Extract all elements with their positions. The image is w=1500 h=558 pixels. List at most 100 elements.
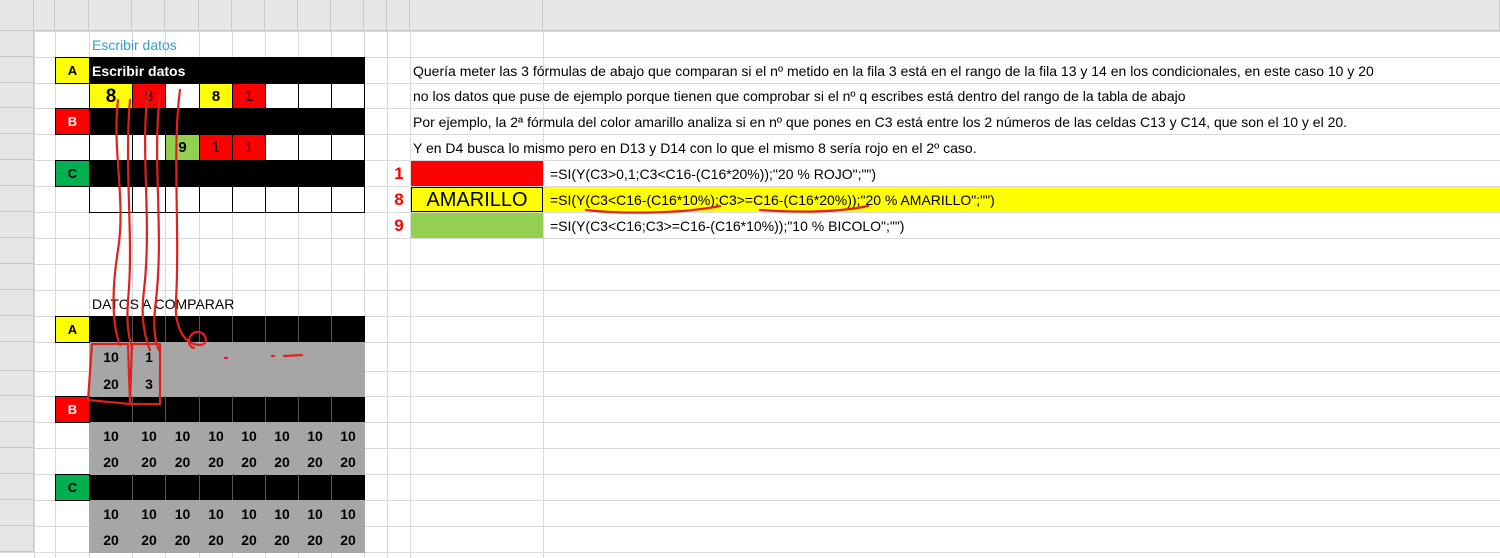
column-header-l[interactable] (387, 0, 410, 31)
compare-value-cell[interactable]: 10 (199, 422, 233, 449)
row-header-13[interactable] (0, 342, 34, 371)
compare-value-cell[interactable]: 10 (298, 500, 332, 527)
compare-value-cell[interactable]: 20 (165, 526, 200, 553)
compare-value-cell[interactable]: 20 (331, 526, 365, 553)
row-header-2[interactable] (0, 57, 34, 83)
section-label-c[interactable]: C (55, 474, 90, 501)
compare-value-cell[interactable]: 20 (298, 448, 332, 475)
row-header-4[interactable] (0, 108, 34, 134)
formula-text[interactable]: =SI(Y(C3>0,1;C3<C16-(C16*20%));"20 % ROJ… (543, 160, 876, 187)
input-cell[interactable] (265, 134, 299, 161)
compare-value-cell[interactable]: 10 (232, 422, 266, 449)
input-value-cell[interactable]: 1 (199, 134, 233, 161)
compare-value-cell[interactable]: 20 (298, 526, 332, 553)
row-header-1[interactable] (0, 31, 34, 57)
compare-value-cell[interactable]: 10 (331, 500, 365, 527)
header-label[interactable]: Escribir datos (89, 57, 185, 84)
compare-value-cell[interactable]: 10 (265, 422, 299, 449)
compare-value-cell[interactable]: 10 (265, 500, 299, 527)
compare-value-cell[interactable]: 20 (199, 526, 233, 553)
compare-value-cell[interactable]: 10 (132, 422, 166, 449)
column-header-e[interactable] (165, 0, 199, 31)
row-header-8[interactable] (0, 212, 34, 238)
compare-value-cell[interactable]: 20 (331, 448, 365, 475)
compare-value-cell[interactable]: 20 (265, 526, 299, 553)
row-header-10[interactable] (0, 264, 34, 290)
column-header-g[interactable] (232, 0, 265, 31)
row-header-3[interactable] (0, 83, 34, 108)
formula-text[interactable]: =SI(Y(C3<C16;C3>=C16-(C16*10%));"10 % BI… (543, 212, 904, 239)
input-cell[interactable] (265, 83, 299, 109)
input-cell[interactable] (298, 134, 332, 161)
column-header-d[interactable] (132, 0, 165, 31)
input-cell[interactable] (89, 186, 133, 213)
result-number[interactable]: 9 (387, 212, 411, 239)
input-cell[interactable] (232, 186, 266, 213)
column-header-b[interactable] (55, 0, 89, 31)
spreadsheet-grid[interactable]: Escribir datos A Escribir datos 8 8 8 1 B 9 1 1 C DA… (0, 0, 1500, 558)
compare-value-cell[interactable]: 10 (89, 342, 133, 372)
amarillo-label[interactable]: AMARILLO (410, 186, 544, 213)
row-header-17[interactable] (0, 448, 34, 474)
compare-value-cell[interactable]: 20 (165, 448, 200, 475)
row-header-18[interactable] (0, 474, 34, 500)
compare-value-cell[interactable]: 1 (132, 342, 166, 372)
explanation-text[interactable]: no los datos que puse de ejemplo porque … (410, 83, 1186, 109)
input-cell[interactable] (265, 186, 299, 213)
column-header-c[interactable] (89, 0, 132, 31)
compare-value-cell[interactable]: 10 (89, 422, 133, 449)
column-header-m[interactable] (410, 0, 543, 31)
section-label-a[interactable]: A (55, 57, 90, 84)
section-label-c[interactable]: C (55, 160, 90, 187)
compare-value-cell[interactable]: 10 (132, 500, 166, 527)
input-value-cell[interactable]: 1 (232, 83, 266, 109)
row-header-11[interactable] (0, 290, 34, 316)
input-cell[interactable] (298, 83, 332, 109)
explanation-text[interactable]: Quería meter las 3 fórmulas de abajo que… (410, 57, 1374, 84)
compare-value-cell[interactable]: 10 (89, 500, 133, 527)
row-header-9[interactable] (0, 238, 34, 264)
row-header-19[interactable] (0, 500, 34, 526)
input-cell[interactable] (165, 186, 200, 213)
explanation-text[interactable]: Y en D4 busca lo mismo pero en D13 y D14… (410, 134, 977, 161)
compare-value-cell[interactable]: 20 (199, 448, 233, 475)
column-header-k[interactable] (364, 0, 387, 31)
section-label-b[interactable]: B (55, 396, 90, 423)
column-header-h[interactable] (265, 0, 298, 31)
input-value-cell[interactable]: 8 (199, 83, 233, 109)
compare-value-cell[interactable]: 10 (199, 500, 233, 527)
input-value-cell[interactable]: 8 (132, 83, 166, 109)
compare-value-cell[interactable]: 10 (232, 500, 266, 527)
compare-value-cell[interactable]: 20 (132, 448, 166, 475)
input-value-cell[interactable]: 8 (89, 83, 133, 109)
section-title[interactable]: DATOS A COMPARAR (89, 290, 234, 317)
input-cell[interactable] (331, 186, 365, 213)
input-cell[interactable] (132, 134, 166, 161)
input-cell[interactable] (132, 186, 166, 213)
compare-value-cell[interactable]: 10 (165, 422, 200, 449)
row-header-14[interactable] (0, 371, 34, 396)
row-header-7[interactable] (0, 186, 34, 212)
row-header-20[interactable] (0, 526, 34, 552)
row-header-12[interactable] (0, 316, 34, 342)
compare-value-cell[interactable]: 10 (331, 422, 365, 449)
explanation-text[interactable]: Por ejemplo, la 2ª fórmula del color ama… (410, 108, 1347, 135)
section-label-b[interactable]: B (55, 108, 90, 135)
column-header-j[interactable] (331, 0, 364, 31)
compare-value-cell[interactable]: 3 (132, 371, 166, 397)
row-header-5[interactable] (0, 134, 34, 160)
input-cell[interactable] (298, 186, 332, 213)
input-cell[interactable] (199, 186, 233, 213)
compare-value-cell[interactable]: 20 (89, 526, 133, 553)
compare-value-cell[interactable]: 20 (232, 448, 266, 475)
compare-value-cell[interactable]: 10 (298, 422, 332, 449)
result-number[interactable]: 8 (387, 186, 411, 213)
corner-cell[interactable] (0, 0, 34, 31)
section-label-a[interactable]: A (55, 316, 90, 343)
compare-value-cell[interactable]: 10 (165, 500, 200, 527)
row-header-16[interactable] (0, 422, 34, 448)
input-cell[interactable] (331, 83, 365, 109)
compare-value-cell[interactable]: 20 (132, 526, 166, 553)
sheet-link-text[interactable]: Escribir datos (89, 31, 177, 58)
result-number[interactable]: 1 (387, 160, 411, 187)
